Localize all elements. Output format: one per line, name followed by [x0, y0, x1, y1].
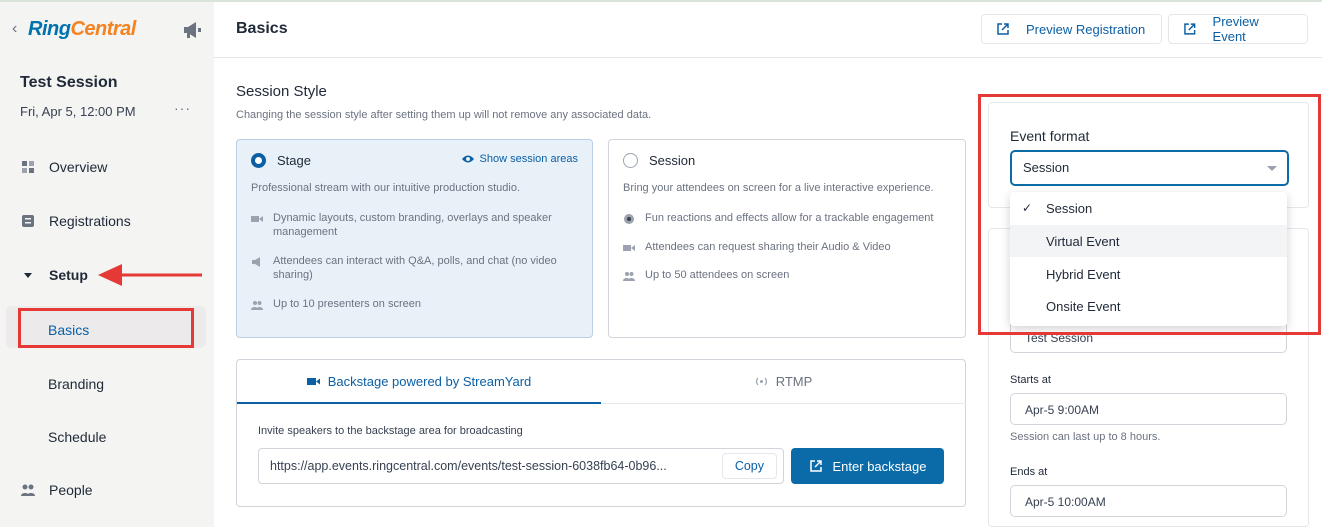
annotation-box-basics	[18, 308, 194, 348]
card-title: Session	[649, 153, 696, 168]
card-description: Bring your attendees on screen for a liv…	[623, 182, 934, 194]
feature-item: Attendees can request sharing their Audi…	[623, 240, 953, 254]
video-camera-icon	[251, 216, 263, 222]
video-camera-icon	[306, 377, 320, 385]
session-date: Fri, Apr 5, 12:00 PM	[20, 104, 136, 119]
invite-text: Invite speakers to the backstage area fo…	[258, 425, 523, 437]
session-radio[interactable]	[623, 153, 638, 168]
starts-at-field[interactable]: Apr-5 9:00AM	[1010, 393, 1287, 425]
ringcentral-logo: RingCentral	[28, 18, 136, 40]
sidebar-item-schedule[interactable]: Schedule	[48, 429, 106, 445]
video-camera-icon	[623, 245, 635, 251]
sidebar-item-overview[interactable]: Overview	[20, 155, 107, 179]
page-header: Basics Preview Registration Preview Even…	[214, 2, 1322, 58]
page-title: Basics	[236, 20, 288, 37]
card-title: Stage	[277, 153, 311, 168]
megaphone-icon	[252, 257, 260, 267]
feature-item: Up to 50 attendees on screen	[623, 268, 953, 282]
people-icon	[251, 301, 263, 310]
registration-list-icon	[22, 215, 34, 227]
megaphone-icon[interactable]	[181, 20, 203, 40]
reaction-icon	[624, 214, 634, 224]
caret-down-icon	[24, 273, 32, 278]
ends-at-label: Ends at	[1010, 466, 1048, 478]
section-title: Session Style	[236, 83, 327, 100]
enter-backstage-button[interactable]: Enter backstage	[791, 448, 944, 484]
eye-icon	[461, 155, 474, 163]
ends-at-field[interactable]: Apr-5 10:00AM	[1010, 485, 1287, 517]
sidebar-item-label: Overview	[49, 159, 108, 175]
more-options-icon[interactable]: ···	[174, 100, 191, 116]
sidebar-item-branding[interactable]: Branding	[48, 376, 104, 392]
backstage-url-field[interactable]: https://app.events.ringcentral.com/event…	[258, 448, 784, 484]
backstage-panel: Backstage powered by StreamYard RTMP Inv…	[236, 359, 966, 507]
brand-row: ‹ RingCentral	[12, 18, 207, 44]
session-option-card[interactable]: Session Bring your attendees on screen f…	[608, 139, 966, 338]
tab-backstage[interactable]: Backstage powered by StreamYard	[237, 360, 601, 404]
sidebar-item-setup[interactable]: Setup	[20, 263, 88, 287]
feature-item: Dynamic layouts, custom branding, overla…	[251, 211, 581, 239]
backstage-url: https://app.events.ringcentral.com/event…	[270, 459, 667, 473]
external-link-icon	[1184, 23, 1196, 35]
stage-option-card[interactable]: Stage Show session areas Professional st…	[236, 139, 593, 338]
feature-item: Fun reactions and effects allow for a tr…	[623, 211, 953, 225]
sidebar-item-label: People	[49, 482, 93, 498]
stage-radio[interactable]	[251, 153, 266, 168]
preview-registration-button[interactable]: Preview Registration	[981, 14, 1162, 44]
external-link-icon	[809, 460, 822, 472]
preview-event-button[interactable]: Preview Event	[1168, 14, 1308, 44]
broadcast-icon	[755, 377, 767, 386]
feature-item: Up to 10 presenters on screen	[251, 297, 581, 311]
copy-button[interactable]: Copy	[721, 453, 777, 479]
sidebar-item-label: Registrations	[49, 213, 131, 229]
back-chevron-icon[interactable]: ‹	[12, 20, 17, 38]
feature-item: Attendees can interact with Q&A, polls, …	[251, 254, 581, 282]
sidebar-item-people[interactable]: People	[20, 478, 93, 502]
annotation-arrow	[98, 264, 202, 286]
show-session-areas-link[interactable]: Show session areas	[461, 153, 578, 165]
starts-at-label: Starts at	[1010, 374, 1051, 386]
session-title: Test Session	[20, 74, 118, 91]
sidebar-item-registrations[interactable]: Registrations	[20, 209, 131, 233]
people-icon	[21, 484, 35, 496]
annotation-box-event-format	[978, 94, 1321, 335]
tab-rtmp[interactable]: RTMP	[601, 360, 966, 404]
card-description: Professional stream with our intuitive p…	[251, 182, 521, 194]
external-link-icon	[997, 23, 1009, 35]
people-icon	[623, 272, 635, 281]
section-note: Changing the session style after setting…	[236, 109, 652, 121]
sidebar-item-label: Setup	[49, 267, 88, 283]
duration-hint: Session can last up to 8 hours.	[1010, 431, 1161, 443]
grid-icon	[22, 161, 34, 173]
